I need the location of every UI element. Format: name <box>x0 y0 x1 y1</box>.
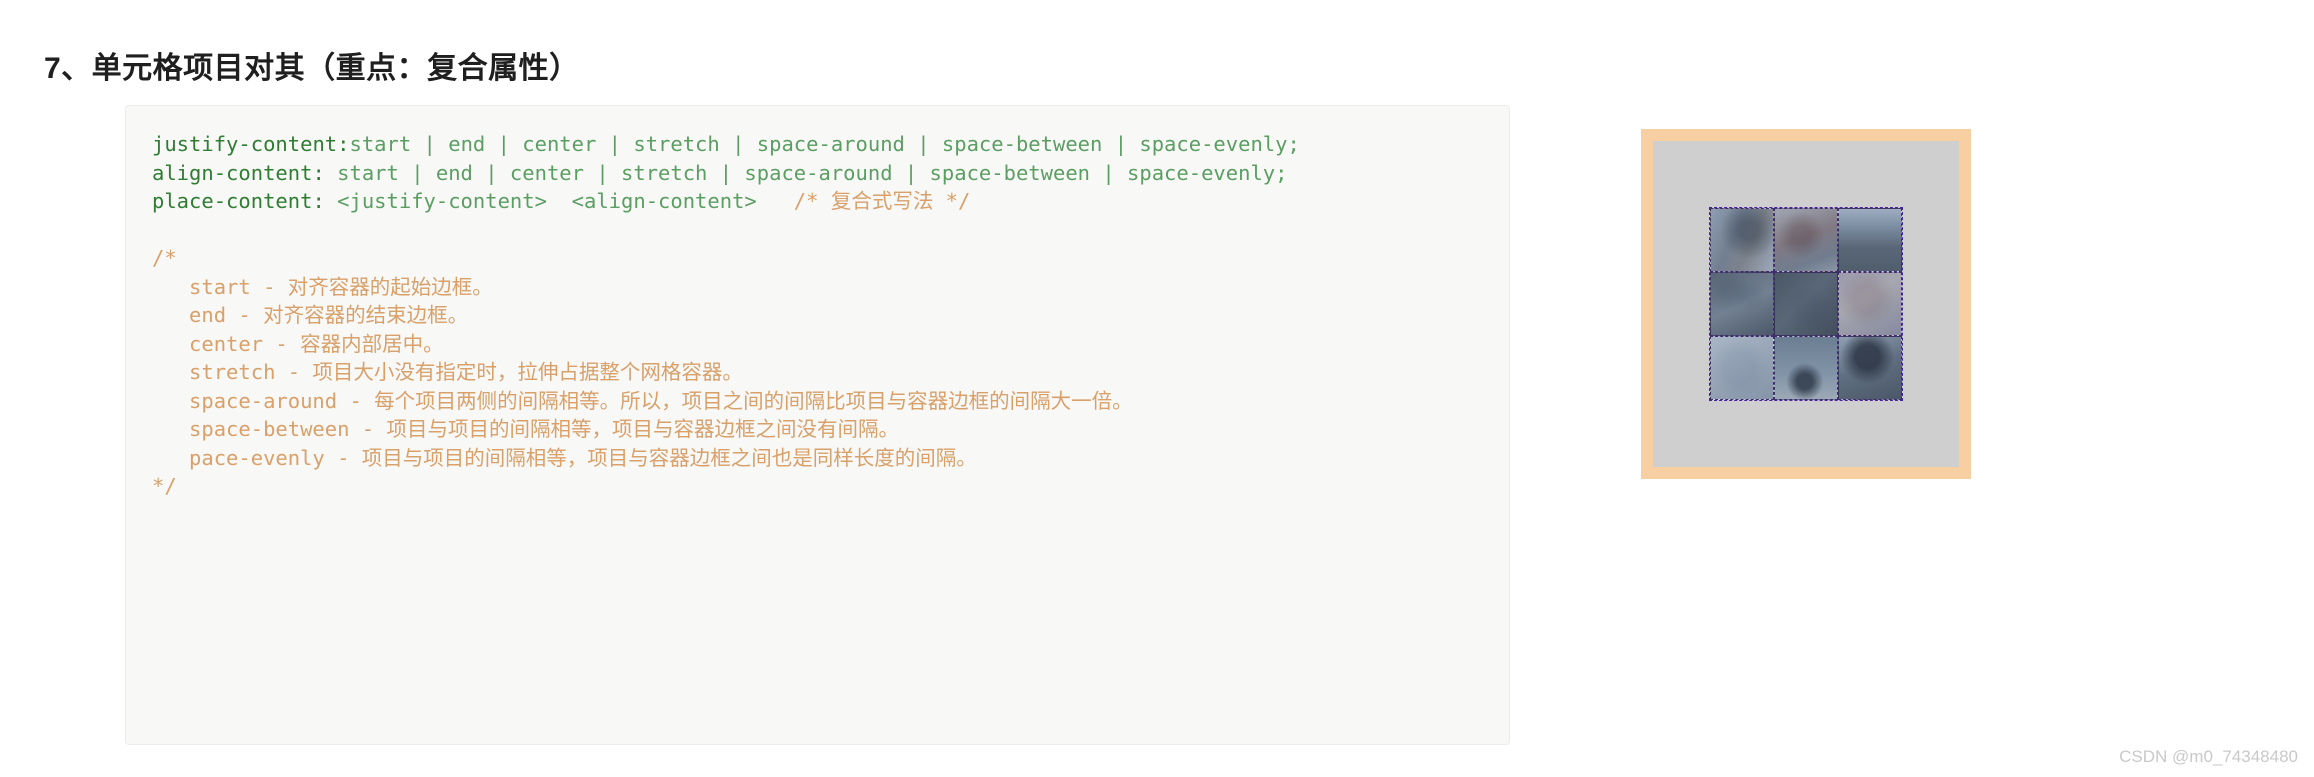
grid-demo-cell <box>1774 272 1838 336</box>
code-line: align-content: start | end | center | st… <box>152 159 1483 188</box>
grid-demo-cell <box>1710 336 1774 400</box>
grid-demo-cell <box>1838 336 1902 400</box>
grid-demo-cell <box>1838 208 1902 272</box>
code-line: end - 对齐容器的结束边框。 <box>152 301 1483 330</box>
grid-demo-cell <box>1710 208 1774 272</box>
code-line: space-around - 每个项目两侧的间隔相等。所以，项目之间的间隔比项目… <box>152 387 1483 416</box>
grid-demo-cell <box>1774 208 1838 272</box>
code-token-comment: center - 容器内部居中。 <box>189 331 444 356</box>
code-token-comment: start - 对齐容器的起始边框。 <box>189 274 493 299</box>
page-title: 7、单元格项目对其（重点：复合属性） <box>44 51 580 85</box>
code-token-value: start | end | center | stretch | space-a… <box>337 160 1288 185</box>
code-token-comment: space-around - 每个项目两侧的间隔相等。所以，项目之间的间隔比项目… <box>189 388 1133 413</box>
code-token-property: place-content: <box>152 189 338 213</box>
code-line: /* <box>152 244 1483 273</box>
code-line: place-content: <justify-content> <align-… <box>152 187 1483 216</box>
code-token-comment: */ <box>152 474 177 498</box>
code-token-comment: /* <box>152 246 177 270</box>
grid-demo-figure <box>1641 129 1971 479</box>
code-token-property: justify-content: <box>152 132 350 156</box>
grid-demo-grid <box>1709 207 1903 401</box>
code-token-value: start | end | center | stretch | space-a… <box>349 132 1300 156</box>
code-line: */ <box>152 472 1483 501</box>
grid-demo-cell <box>1838 272 1902 336</box>
code-line: pace-evenly - 项目与项目的间隔相等，项目与容器边框之间也是同样长度… <box>152 444 1483 473</box>
code-token-comment: stretch - 项目大小没有指定时，拉伸占据整个网格容器。 <box>189 360 743 384</box>
code-token-comment: /* 复合式写法 */ <box>756 189 971 213</box>
code-token-property: align-content: <box>152 160 338 185</box>
code-line: stretch - 项目大小没有指定时，拉伸占据整个网格容器。 <box>152 358 1483 387</box>
code-block: justify-content:start | end | center | s… <box>125 105 1510 745</box>
code-line: start - 对齐容器的起始边框。 <box>152 273 1483 302</box>
code-line: center - 容器内部居中。 <box>152 330 1483 359</box>
code-line: space-between - 项目与项目的间隔相等，项目与容器边框之间没有间隔… <box>152 415 1483 444</box>
grid-demo-cell <box>1710 272 1774 336</box>
code-token-comment: pace-evenly - 项目与项目的间隔相等，项目与容器边框之间也是同样长度… <box>189 445 977 470</box>
grid-demo-cell <box>1774 336 1838 400</box>
code-token-comment: space-between - 项目与项目的间隔相等，项目与容器边框之间没有间隔… <box>189 417 899 441</box>
code-content[interactable]: justify-content:start | end | center | s… <box>126 120 1509 511</box>
grid-demo-container <box>1653 141 1959 467</box>
code-token-comment: end - 对齐容器的结束边框。 <box>189 303 469 327</box>
code-line: justify-content:start | end | center | s… <box>152 130 1483 159</box>
code-token-value: <justify-content> <align-content> <box>337 189 757 213</box>
watermark: CSDN @m0_74348480 <box>2119 747 2298 766</box>
